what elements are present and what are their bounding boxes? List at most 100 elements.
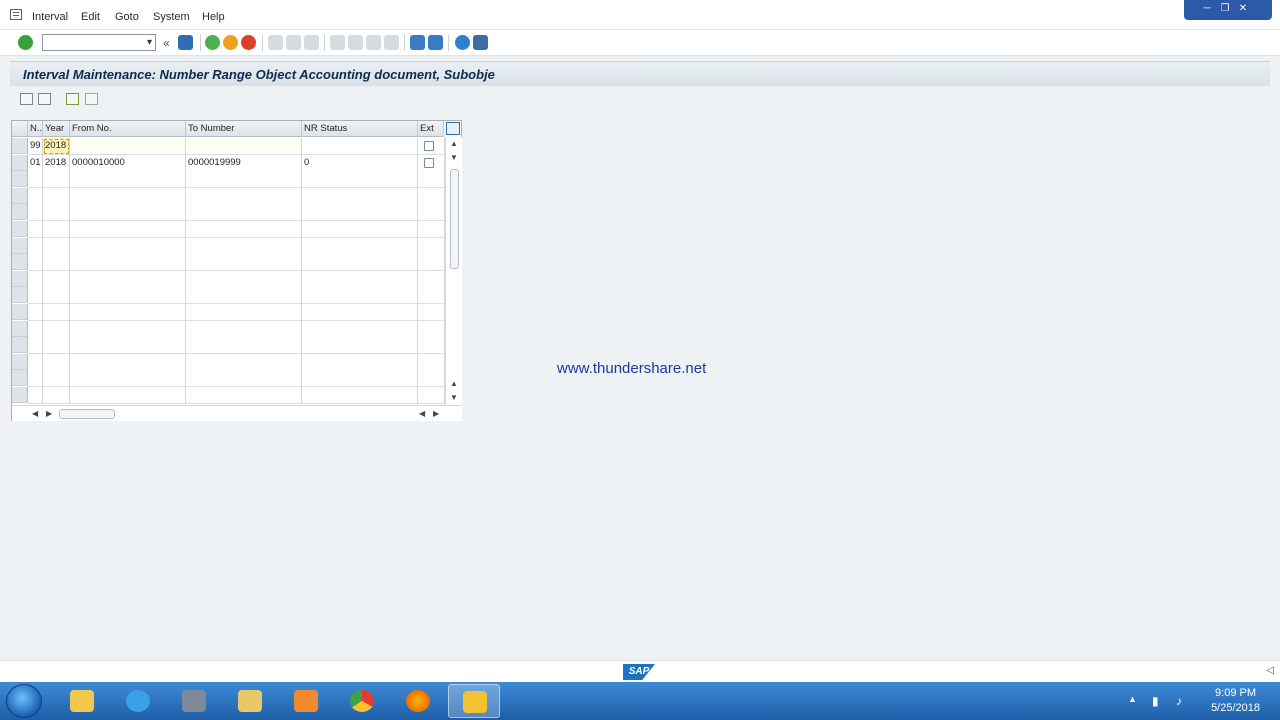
- row-selector[interactable]: [12, 304, 28, 320]
- menu-goto[interactable]: Goto: [115, 11, 139, 23]
- taskbar-file-manager[interactable]: [224, 684, 276, 718]
- row-selector[interactable]: [12, 271, 28, 287]
- scroll-left-icon[interactable]: ◀: [32, 409, 38, 419]
- menu-edit[interactable]: Edit: [81, 11, 100, 23]
- row-selector[interactable]: [12, 171, 28, 187]
- horizontal-scroll-thumb[interactable]: [59, 409, 115, 419]
- last-page-icon[interactable]: [384, 35, 399, 50]
- enter-check-icon[interactable]: [18, 35, 33, 50]
- row-selector[interactable]: [12, 188, 28, 204]
- status-expand-icon[interactable]: ◁: [1266, 665, 1274, 676]
- page-down-icon[interactable]: ▼: [450, 153, 458, 163]
- first-page-icon[interactable]: [330, 35, 345, 50]
- back-icon[interactable]: [205, 35, 220, 50]
- exit-icon[interactable]: [223, 35, 238, 50]
- column-header-no[interactable]: N..: [28, 121, 43, 137]
- new-session-icon[interactable]: [410, 35, 425, 50]
- menu-system[interactable]: System: [153, 11, 190, 23]
- menu-help[interactable]: Help: [202, 11, 225, 23]
- select-all-icon[interactable]: [66, 93, 79, 105]
- help-icon[interactable]: [455, 35, 470, 50]
- cell-no: [28, 221, 43, 238]
- cell-from[interactable]: 0000010000: [70, 155, 186, 172]
- next-page-icon[interactable]: [366, 35, 381, 50]
- deselect-all-icon[interactable]: [85, 93, 98, 105]
- taskbar-sap-gui[interactable]: [448, 684, 500, 718]
- menu-bar: Interval Edit Goto System Help ─ ❐ ✕: [0, 0, 1280, 30]
- cell-year[interactable]: 2018: [43, 138, 70, 155]
- previous-page-icon[interactable]: [348, 35, 363, 50]
- cell-ext[interactable]: [418, 155, 445, 172]
- row-selector[interactable]: [12, 221, 28, 237]
- vertical-scrollbar[interactable]: ▲ ▼ ▲ ▼: [445, 137, 462, 405]
- find-next-icon[interactable]: [304, 35, 319, 50]
- column-header-status[interactable]: NR Status: [302, 121, 418, 137]
- cell-from: [70, 221, 186, 238]
- taskbar-internet-explorer[interactable]: [112, 684, 164, 718]
- cell-no[interactable]: 01: [28, 155, 43, 172]
- network-icon[interactable]: ▮: [1152, 694, 1159, 708]
- taskbar-explorer[interactable]: [56, 684, 108, 718]
- restore-icon[interactable]: ❐: [1218, 3, 1232, 15]
- page-up-icon[interactable]: ▲: [450, 379, 458, 389]
- cell-year[interactable]: 2018: [43, 155, 70, 172]
- column-header-to[interactable]: To Number: [186, 121, 302, 137]
- row-selector[interactable]: [12, 321, 28, 337]
- column-header-ext[interactable]: Ext: [418, 121, 444, 137]
- cell-from[interactable]: [70, 138, 186, 155]
- collapse-command-icon[interactable]: «: [163, 36, 170, 50]
- save-icon[interactable]: [178, 35, 193, 50]
- horizontal-scrollbar[interactable]: ◀ ▶ ◀ ▶: [12, 405, 462, 421]
- command-field[interactable]: [42, 34, 156, 51]
- cell-status[interactable]: 0: [302, 155, 418, 172]
- cell-to[interactable]: 0000019999: [186, 155, 302, 172]
- clock[interactable]: 9:09 PM 5/25/2018: [1211, 686, 1260, 716]
- taskbar-media-player[interactable]: [280, 684, 332, 718]
- show-hidden-icons-icon[interactable]: ▲: [1128, 694, 1137, 704]
- column-header-from[interactable]: From No.: [70, 121, 186, 137]
- select-all-column[interactable]: [12, 121, 28, 137]
- row-selector[interactable]: [12, 238, 28, 254]
- delete-interval-icon[interactable]: [38, 93, 51, 105]
- close-icon[interactable]: ✕: [1236, 3, 1250, 15]
- volume-icon[interactable]: ♪: [1176, 694, 1182, 708]
- scroll-down-icon[interactable]: ▼: [450, 393, 458, 403]
- minimize-icon[interactable]: ─: [1200, 3, 1214, 15]
- window-menu-icon[interactable]: [10, 9, 22, 20]
- column-header-year[interactable]: Year: [43, 121, 70, 137]
- row-selector[interactable]: [12, 337, 28, 353]
- cell-year: [43, 188, 70, 205]
- vertical-scroll-thumb[interactable]: [450, 169, 459, 269]
- row-selector[interactable]: [12, 254, 28, 270]
- row-selector[interactable]: [12, 155, 28, 171]
- cancel-icon[interactable]: [241, 35, 256, 50]
- scroll-right-icon[interactable]: ▶: [46, 409, 52, 419]
- row-selector[interactable]: [12, 138, 28, 154]
- cell-status[interactable]: [302, 138, 418, 155]
- scroll-up-icon[interactable]: ▲: [450, 139, 458, 149]
- cell-ext[interactable]: [418, 138, 445, 155]
- row-selector[interactable]: [12, 204, 28, 220]
- table-settings-icon[interactable]: [446, 122, 460, 135]
- row-selector[interactable]: [12, 370, 28, 386]
- ext-checkbox[interactable]: [424, 158, 434, 168]
- cell-year: [43, 337, 70, 354]
- row-selector[interactable]: [12, 354, 28, 370]
- start-button[interactable]: [6, 684, 42, 718]
- row-selector[interactable]: [12, 287, 28, 303]
- taskbar-firefox[interactable]: [392, 684, 444, 718]
- taskbar-chrome[interactable]: [336, 684, 388, 718]
- scroll-left-end-icon[interactable]: ◀: [419, 409, 425, 419]
- cell-to[interactable]: [186, 138, 302, 155]
- insert-interval-icon[interactable]: [20, 93, 33, 105]
- row-selector[interactable]: [12, 387, 28, 403]
- taskbar-recorder[interactable]: [168, 684, 220, 718]
- shortcut-icon[interactable]: [428, 35, 443, 50]
- print-icon[interactable]: [268, 35, 283, 50]
- ext-checkbox[interactable]: [424, 141, 434, 151]
- menu-interval[interactable]: Interval: [32, 11, 68, 23]
- cell-no[interactable]: 99: [28, 138, 43, 155]
- scroll-right-end-icon[interactable]: ▶: [433, 409, 439, 419]
- customize-layout-icon[interactable]: [473, 35, 488, 50]
- find-icon[interactable]: [286, 35, 301, 50]
